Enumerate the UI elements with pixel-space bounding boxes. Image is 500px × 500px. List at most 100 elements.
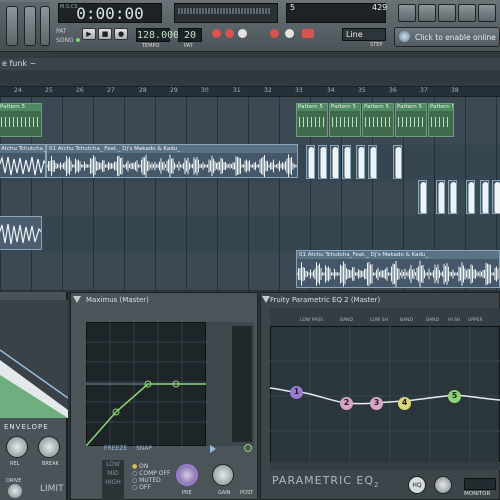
break-knob[interactable]: [38, 436, 60, 458]
band-low[interactable]: LOW: [102, 460, 124, 469]
freeze-button[interactable]: FREEZE: [104, 445, 127, 452]
option-comp-off[interactable]: ○ COMP OFF: [132, 470, 170, 477]
tempo-label: TEMPO: [142, 43, 160, 49]
audio-clip[interactable]: 01 Atchu Tchutcha_Feat._ Dj's Makado & K…: [296, 250, 500, 288]
audio-clip-slice[interactable]: [356, 145, 365, 179]
audio-clip-slice[interactable]: [418, 180, 427, 214]
ruler-bar-number: 24: [14, 87, 22, 94]
release-knob[interactable]: [6, 436, 28, 458]
audio-clip-slice[interactable]: [318, 145, 327, 179]
ruler-bar-number: 25: [45, 87, 53, 94]
song-mode-label[interactable]: SONG: [56, 37, 74, 44]
wait-icon[interactable]: [225, 29, 234, 38]
gain-knob[interactable]: [212, 464, 234, 486]
play-button[interactable]: ▶: [82, 28, 96, 40]
pattern-clip[interactable]: Pattern 5: [395, 103, 427, 137]
option-off[interactable]: ○ OFF: [132, 484, 170, 491]
step-label: STEP: [370, 42, 383, 48]
eq-band-label: LOW PASS: [300, 318, 323, 323]
tempo-display[interactable]: 128.000: [136, 28, 179, 42]
snap-button[interactable]: SNAP: [136, 445, 152, 452]
option-off-label: OFF: [139, 484, 151, 491]
pattern-clip[interactable]: Pattern 5: [296, 103, 328, 137]
overdub-icon[interactable]: [285, 29, 294, 38]
eq-compare-knob[interactable]: [434, 476, 452, 494]
eq-node-1[interactable]: 1: [290, 386, 303, 399]
ruler-bar-number: 27: [107, 87, 115, 94]
audio-clip-slice[interactable]: [330, 145, 339, 179]
audio-clip-slice[interactable]: [393, 145, 402, 179]
band-mid[interactable]: MID: [102, 469, 124, 478]
master-volume-knob[interactable]: [6, 6, 18, 46]
ruler-bar-number: 36: [389, 87, 397, 94]
pattern-clip[interactable]: Pattern 5: [362, 103, 394, 137]
monitor-toggle[interactable]: [464, 478, 496, 490]
playlist-shortcut-icon[interactable]: [398, 4, 416, 22]
mixer-shortcut-icon[interactable]: [458, 4, 476, 22]
record-options-icons[interactable]: [210, 28, 330, 46]
option-muted[interactable]: ○ MUTED: [132, 477, 170, 484]
envelope-label: ENVELOPE: [4, 423, 49, 431]
step-sequencer-shortcut-icon[interactable]: [438, 4, 456, 22]
eq-node-4[interactable]: 4: [398, 397, 411, 410]
audio-clip-slice[interactable]: [306, 145, 315, 179]
snap-select[interactable]: Line: [342, 28, 386, 41]
cpu-meter: [178, 8, 270, 14]
pattern-clip[interactable]: Pattern 5: [0, 103, 42, 137]
audio-clip[interactable]: [0, 216, 42, 250]
audio-clip-slice[interactable]: [368, 145, 377, 179]
eq-node-2[interactable]: 2: [340, 397, 353, 410]
hq-button[interactable]: HQ: [408, 476, 426, 494]
eq-node-3[interactable]: 3: [370, 397, 383, 410]
eq-band-label: BAND: [400, 318, 413, 323]
master-pitch-knob[interactable]: [24, 6, 36, 46]
eq-title: Fruity Parametric EQ 2 (Master): [270, 296, 381, 304]
globe-icon: [399, 31, 410, 42]
countdown-icon[interactable]: [238, 29, 247, 38]
eq-band-label: HI SH: [448, 318, 461, 323]
audio-clip-label: 01 Atchu Tchutcha_ Feat._ Dj's Makado & …: [47, 145, 297, 153]
eq-node-5[interactable]: 5: [448, 390, 461, 403]
window-shortcuts: [398, 4, 500, 24]
pre-knob[interactable]: [176, 464, 198, 486]
band-selector[interactable]: LOW MID HIGH: [102, 460, 124, 500]
band-options[interactable]: ● ON ○ COMP OFF ○ MUTED ○ OFF: [132, 463, 170, 491]
browser-shortcut-icon[interactable]: [478, 4, 496, 22]
pitch-slider[interactable]: [40, 6, 50, 46]
pattern-notes: [299, 117, 325, 127]
audio-clip-slice[interactable]: [448, 180, 457, 214]
stop-button[interactable]: ■: [98, 28, 112, 40]
audio-waveform: [0, 223, 41, 245]
pattern-clip-label: Pattern 5: [0, 104, 41, 111]
record-button[interactable]: ●: [114, 28, 128, 40]
pattern-notes: [398, 117, 424, 127]
piano-roll-shortcut-icon[interactable]: [418, 4, 436, 22]
pattern-clip[interactable]: Pattern 5: [329, 103, 361, 137]
ruler-bar-number: 28: [139, 87, 147, 94]
option-on[interactable]: ● ON: [132, 463, 170, 470]
audio-clip-slice[interactable]: [480, 180, 489, 214]
audio-clip-slice[interactable]: [492, 180, 500, 214]
pattern-number-display[interactable]: 20: [178, 28, 202, 42]
drive-knob[interactable]: [8, 484, 22, 498]
pattern-notes: [1, 117, 39, 127]
audio-clip[interactable]: 01 Atchu Tchutcha_ Feat._ Dj's Makado & …: [46, 144, 298, 178]
audio-waveform: [420, 182, 426, 213]
audio-clip-slice[interactable]: [342, 145, 351, 179]
metronome-icon[interactable]: [212, 29, 221, 38]
loop-record-icon[interactable]: [270, 29, 279, 38]
typing-keyboard-icon[interactable]: [302, 29, 314, 38]
pattern-clip[interactable]: Pattern 5: [428, 103, 454, 137]
pattern-number-label: PAT: [184, 43, 193, 49]
audio-clip-slice[interactable]: [466, 180, 475, 214]
audio-waveform: [308, 147, 314, 178]
eq-band-label: UPPER: [468, 318, 483, 323]
gain-knob-label: GAIN: [218, 490, 231, 496]
audio-clip-label: Atchu Tchutcha_: [0, 145, 46, 153]
band-high[interactable]: HIGH: [102, 478, 124, 487]
pattern-mode-label[interactable]: PAT: [56, 28, 67, 35]
time-mode-label: M:S:CS: [60, 4, 78, 10]
audio-clip[interactable]: Atchu Tchutcha_: [0, 144, 46, 178]
audio-clip-slice[interactable]: [436, 180, 445, 214]
pattern-notes: [365, 117, 391, 127]
